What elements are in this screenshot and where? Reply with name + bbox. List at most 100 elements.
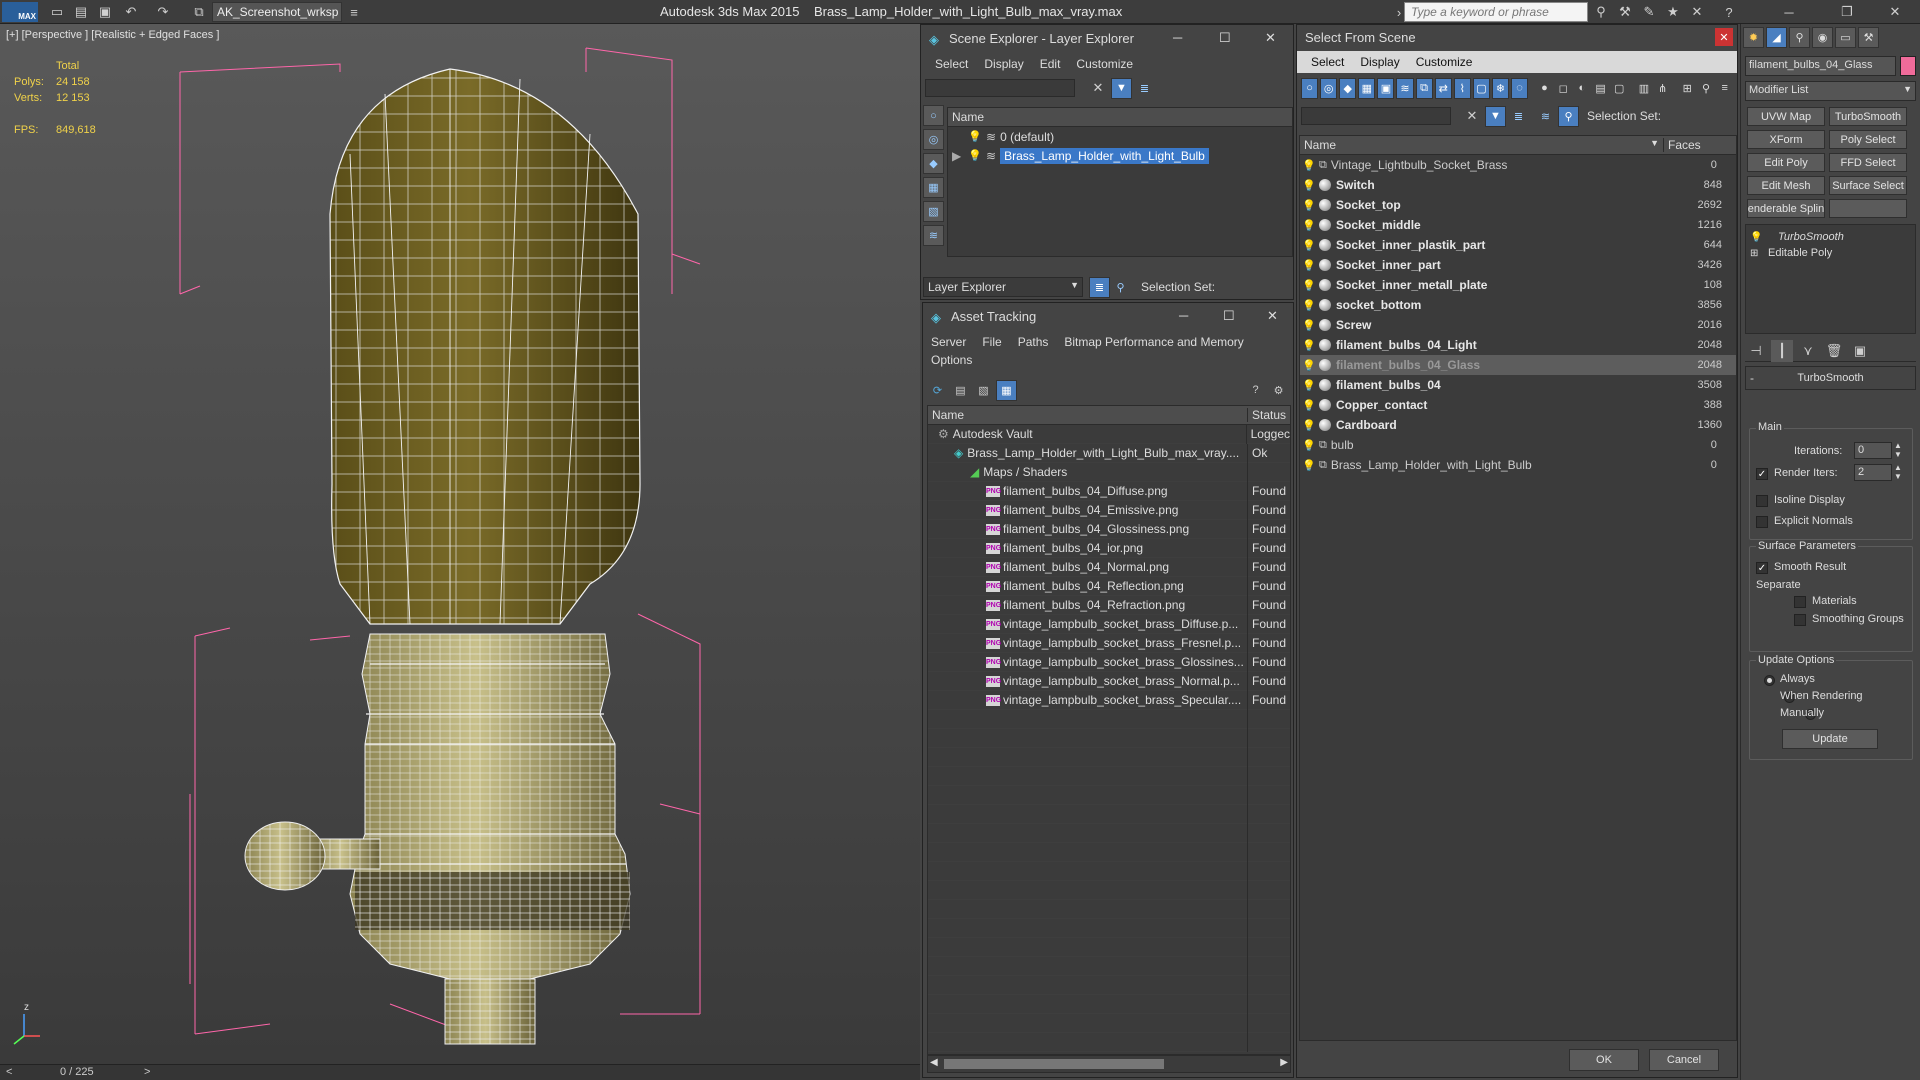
se-layer-icon[interactable]: ≣ bbox=[1134, 78, 1155, 99]
bulb-icon[interactable]: 💡 bbox=[1302, 439, 1316, 452]
object-color-swatch[interactable] bbox=[1900, 56, 1916, 76]
se-menu-edit[interactable]: Edit bbox=[1032, 53, 1069, 75]
iterations-spinner[interactable]: 0 bbox=[1854, 442, 1892, 459]
filter-sort-icon[interactable]: ≡ bbox=[1716, 78, 1733, 99]
bulb-icon[interactable]: 💡 bbox=[1302, 299, 1316, 312]
bulb-icon[interactable]: 💡 bbox=[1302, 219, 1316, 232]
redo-icon[interactable]: ↷ bbox=[152, 1, 174, 23]
se-layer-brass[interactable]: ▶ 💡 ≋ Brass_Lamp_Holder_with_Light_Bulb bbox=[948, 146, 1292, 165]
at-menu-paths[interactable]: Paths bbox=[1010, 331, 1057, 353]
se-filter-input[interactable] bbox=[925, 79, 1075, 97]
se-hierarchy-mode-icon[interactable]: ⚲ bbox=[1110, 277, 1131, 298]
scene-object-row[interactable]: 💡 filament_bulbs_04_Glass 2048 bbox=[1300, 355, 1736, 375]
filter-space-warps-icon[interactable]: ≋ bbox=[1396, 77, 1414, 99]
at-thumb-icon[interactable]: ▧ bbox=[973, 380, 994, 401]
asset-row[interactable]: PNG filament_bulbs_04_Glossiness.png Found bbox=[928, 519, 1290, 539]
bulb-icon[interactable]: 💡 bbox=[968, 130, 982, 143]
scene-object-row[interactable]: 💡 Cardboard 1360 bbox=[1300, 415, 1736, 435]
project-folder-icon[interactable]: ⧉ bbox=[188, 1, 210, 23]
at-maximize-icon[interactable]: ☐ bbox=[1223, 308, 1235, 324]
se-clear-filter-icon[interactable]: ✕ bbox=[1087, 77, 1109, 99]
scene-object-row[interactable]: 💡 Copper_contact 388 bbox=[1300, 395, 1736, 415]
asset-row[interactable]: PNG filament_bulbs_04_Reflection.png Found bbox=[928, 576, 1290, 596]
subscription-icon[interactable]: ⚒ bbox=[1614, 1, 1636, 23]
se-layers-mode-icon[interactable]: ≣ bbox=[1089, 276, 1110, 298]
bulb-icon[interactable]: 💡 bbox=[1302, 459, 1316, 472]
favorites-icon[interactable]: ★ bbox=[1662, 1, 1684, 23]
modifier-set-button[interactable]: Edit Mesh bbox=[1747, 176, 1825, 195]
se-minimize-icon[interactable]: ─ bbox=[1173, 30, 1182, 45]
filter-helpers-icon[interactable]: ▣ bbox=[1377, 77, 1395, 99]
bulb-icon[interactable]: 💡 bbox=[1750, 232, 1764, 243]
asset-row[interactable]: PNG filament_bulbs_04_Diffuse.png Found bbox=[928, 481, 1290, 501]
bulb-icon[interactable]: 💡 bbox=[1302, 359, 1316, 372]
motion-tab-icon[interactable]: ◉ bbox=[1812, 27, 1833, 48]
scene-object-row[interactable]: 💡 filament_bulbs_04_Light 2048 bbox=[1300, 335, 1736, 355]
filter-bones-icon[interactable]: ⌇ bbox=[1453, 77, 1471, 99]
remove-modifier-icon[interactable]: 🗑 bbox=[1823, 340, 1845, 362]
at-col-status[interactable]: Status bbox=[1248, 408, 1286, 422]
lamp-model-render[interactable]: z bbox=[0, 24, 920, 1064]
at-col-name[interactable]: Name bbox=[928, 408, 1248, 422]
sfs-close-icon[interactable]: ✕ bbox=[1715, 28, 1733, 46]
scene-object-row[interactable]: 💡 ⧉ bulb 0 bbox=[1300, 435, 1736, 455]
sfs-layers-mode-icon[interactable]: ≋ bbox=[1535, 106, 1556, 127]
open-file-icon[interactable]: ▤ bbox=[70, 1, 92, 23]
modifier-set-button[interactable]: Poly Select bbox=[1829, 130, 1907, 149]
scene-object-row[interactable]: 💡 Socket_inner_metall_plate 108 bbox=[1300, 275, 1736, 295]
filter-lights-icon[interactable]: ◆ bbox=[1339, 77, 1357, 99]
se-maximize-icon[interactable]: ☐ bbox=[1219, 30, 1231, 46]
bulb-icon[interactable]: 💡 bbox=[1302, 339, 1316, 352]
asset-row[interactable]: PNG filament_bulbs_04_Emissive.png Found bbox=[928, 500, 1290, 520]
restore-icon[interactable]: ❐ bbox=[1836, 1, 1858, 23]
create-tab-icon[interactable]: ✹ bbox=[1743, 27, 1764, 48]
at-close-icon[interactable]: ✕ bbox=[1267, 308, 1278, 324]
modifier-set-button[interactable]: UVW Map bbox=[1747, 107, 1825, 126]
modifier-set-button[interactable]: XForm bbox=[1747, 130, 1825, 149]
render-iters-spinner[interactable]: 2 bbox=[1854, 464, 1892, 481]
sfs-filter-input[interactable] bbox=[1301, 107, 1451, 125]
utilities-tab-icon[interactable]: ⚒ bbox=[1858, 27, 1879, 48]
at-minimize-icon[interactable]: ─ bbox=[1179, 308, 1188, 323]
filter-select-children-icon[interactable]: ⊞ bbox=[1679, 78, 1696, 99]
stack-item-editable-poly[interactable]: ⊞ Editable Poly bbox=[1750, 245, 1911, 261]
turbosmooth-rollout-header[interactable]: - TurboSmooth bbox=[1745, 366, 1916, 390]
asset-row[interactable]: PNG vintage_lampbulb_socket_brass_Glossin… bbox=[928, 652, 1290, 672]
se-filter-icon[interactable]: ▼ bbox=[1111, 77, 1132, 99]
expand-arrow-icon[interactable]: ▶ bbox=[952, 149, 968, 163]
modifier-set-button[interactable]: FFD Select bbox=[1829, 153, 1907, 172]
modifier-set-button[interactable]: Surface Select bbox=[1829, 176, 1907, 195]
app-logo[interactable]: MAX bbox=[2, 2, 38, 22]
stack-item-turbosmooth[interactable]: 💡 TurboSmooth bbox=[1750, 229, 1911, 245]
modifier-set-button[interactable]: Edit Poly bbox=[1747, 153, 1825, 172]
render-iters-checkbox[interactable]: ✓ bbox=[1756, 468, 1768, 480]
materials-checkbox[interactable] bbox=[1794, 596, 1806, 608]
sfs-clear-filter-icon[interactable]: ✕ bbox=[1461, 105, 1483, 127]
render-iters-spinner-arrows[interactable]: ▲ ▼ bbox=[1894, 463, 1902, 481]
always-radio[interactable] bbox=[1764, 675, 1775, 686]
sfs-filter-icon[interactable]: ▼ bbox=[1485, 105, 1506, 127]
sfs-col-faces[interactable]: Faces bbox=[1664, 138, 1701, 152]
time-next-button[interactable]: > bbox=[144, 1066, 150, 1078]
sfs-menu-display[interactable]: Display bbox=[1352, 51, 1407, 73]
scene-object-row[interactable]: 💡 Socket_middle 1216 bbox=[1300, 215, 1736, 235]
at-menu-options[interactable]: Options bbox=[923, 349, 980, 371]
filter-shapes-icon[interactable]: ◎ bbox=[1320, 77, 1338, 99]
make-unique-icon[interactable]: ⋎ bbox=[1797, 340, 1819, 362]
bulb-icon[interactable]: 💡 bbox=[1302, 399, 1316, 412]
scene-object-row[interactable]: 💡 Switch 848 bbox=[1300, 175, 1736, 195]
scene-object-row[interactable]: 💡 Socket_inner_plastik_part 644 bbox=[1300, 235, 1736, 255]
scene-object-row[interactable]: 💡 Socket_inner_part 3426 bbox=[1300, 255, 1736, 275]
filter-groups-icon[interactable]: ⧉ bbox=[1415, 77, 1433, 99]
filter-frozen-icon[interactable]: ❄ bbox=[1491, 77, 1510, 99]
bulb-icon[interactable]: 💡 bbox=[968, 149, 982, 162]
filter-hidden-icon[interactable]: ◌ bbox=[1511, 77, 1529, 99]
asset-row[interactable]: PNG vintage_lampbulb_socket_brass_Normal.… bbox=[928, 671, 1290, 691]
at-help-icon[interactable]: ? bbox=[1245, 380, 1266, 401]
exchange-icon[interactable]: ✕ bbox=[1686, 1, 1708, 23]
filter-invert-icon[interactable]: ◐ bbox=[1574, 78, 1591, 99]
communication-icon[interactable]: ✎ bbox=[1638, 1, 1660, 23]
filter-containers-icon[interactable]: ▢ bbox=[1472, 77, 1490, 99]
at-refresh-icon[interactable]: ⟳ bbox=[927, 380, 948, 401]
se-display-helpers-icon[interactable]: ▧ bbox=[923, 201, 944, 222]
